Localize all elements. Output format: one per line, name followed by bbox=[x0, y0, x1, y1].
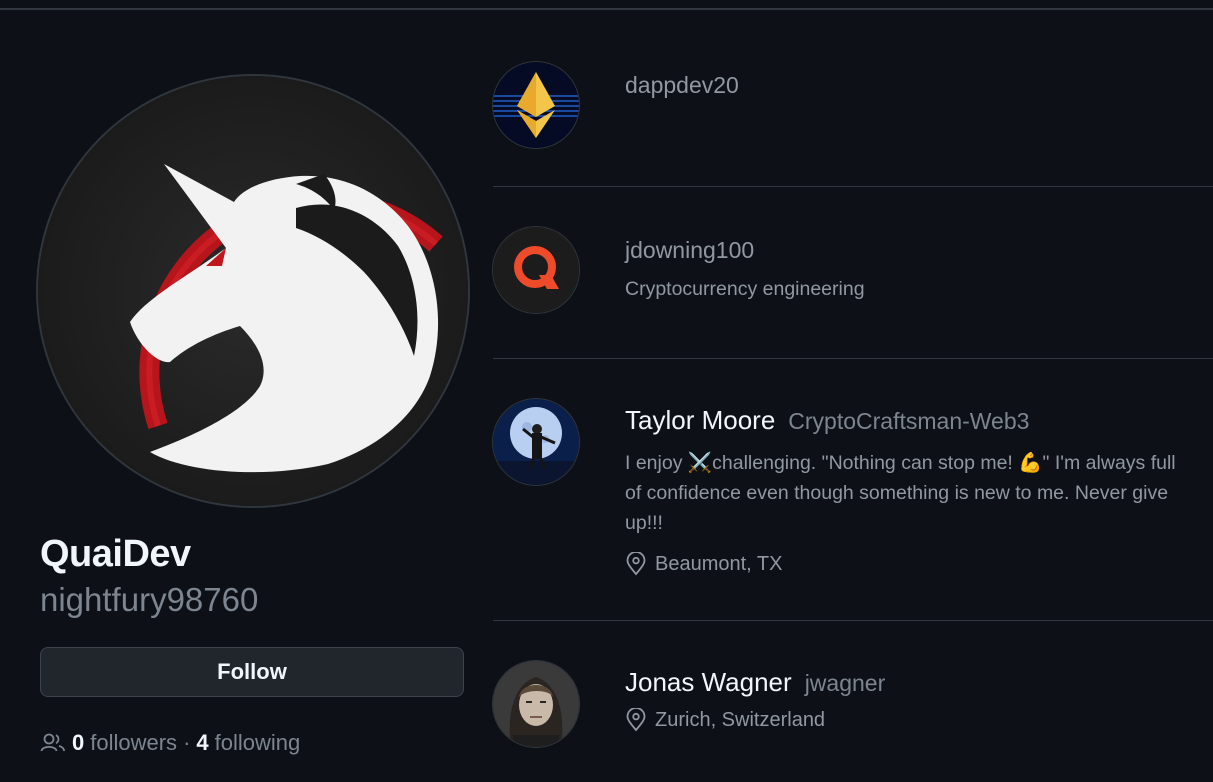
profile-username: nightfury98760 bbox=[40, 581, 259, 618]
user-info: Taylor Moore CryptoCraftsman-Web3 I enjo… bbox=[625, 405, 1195, 576]
people-icon bbox=[40, 733, 66, 753]
followers-label: followers bbox=[90, 730, 178, 755]
user-location: Zurich, Switzerland bbox=[625, 708, 1195, 732]
user-info: dappdev20 bbox=[625, 72, 1195, 99]
user-display-name-link[interactable]: Jonas Wagner bbox=[625, 667, 792, 698]
followers-link[interactable]: 0 followers bbox=[72, 730, 177, 756]
portrait-photo-icon bbox=[493, 661, 579, 747]
user-location: Beaumont, TX bbox=[625, 552, 1195, 576]
location-pin-icon bbox=[625, 552, 647, 576]
user-avatar[interactable] bbox=[493, 661, 579, 747]
profile-page: QuaiDev nightfury98760 Follow 0 follower… bbox=[0, 0, 1213, 782]
header-divider bbox=[0, 8, 1213, 10]
user-login-link[interactable]: dappdev20 bbox=[625, 72, 1195, 99]
list-divider bbox=[493, 186, 1213, 187]
user-info: jdowning100 Cryptocurrency engineering bbox=[625, 237, 1195, 304]
followers-count: 0 bbox=[72, 730, 85, 755]
list-divider bbox=[493, 620, 1213, 621]
user-location-text: Zurich, Switzerland bbox=[655, 708, 826, 731]
user-login-link[interactable]: jdowning100 bbox=[625, 237, 1195, 264]
user-avatar[interactable] bbox=[493, 62, 579, 148]
profile-display-name: QuaiDev bbox=[40, 533, 191, 575]
unicorn-logo-icon bbox=[38, 76, 468, 506]
following-count: 4 bbox=[196, 730, 209, 755]
user-info: Jonas Wagner jwagner Zurich, Switzerland bbox=[625, 667, 1195, 732]
user-location-text: Beaumont, TX bbox=[655, 552, 783, 575]
stats-separator: · bbox=[183, 730, 191, 755]
ethereum-icon bbox=[493, 62, 579, 148]
following-link[interactable]: 4 following bbox=[196, 730, 300, 756]
user-bio: Cryptocurrency engineering bbox=[625, 278, 865, 300]
user-bio: I enjoy ⚔️challenging. "Nothing can stop… bbox=[625, 452, 1176, 534]
moon-figure-icon bbox=[493, 399, 579, 485]
follow-stats: 0 followers · 4 following bbox=[40, 730, 300, 756]
location-pin-icon bbox=[625, 708, 647, 732]
user-avatar[interactable] bbox=[493, 227, 579, 313]
list-divider bbox=[493, 358, 1213, 359]
user-names: Taylor Moore CryptoCraftsman-Web3 bbox=[625, 405, 1195, 436]
user-login-link[interactable]: jwagner bbox=[805, 670, 886, 697]
q-logo-icon bbox=[493, 227, 579, 313]
profile-avatar[interactable] bbox=[38, 76, 468, 506]
follow-button[interactable]: Follow bbox=[40, 647, 464, 697]
following-label: following bbox=[214, 730, 301, 755]
user-login-link[interactable]: CryptoCraftsman-Web3 bbox=[788, 408, 1029, 435]
user-display-name-link[interactable]: Taylor Moore bbox=[625, 405, 775, 436]
user-avatar[interactable] bbox=[493, 399, 579, 485]
user-names: Jonas Wagner jwagner bbox=[625, 667, 1195, 698]
